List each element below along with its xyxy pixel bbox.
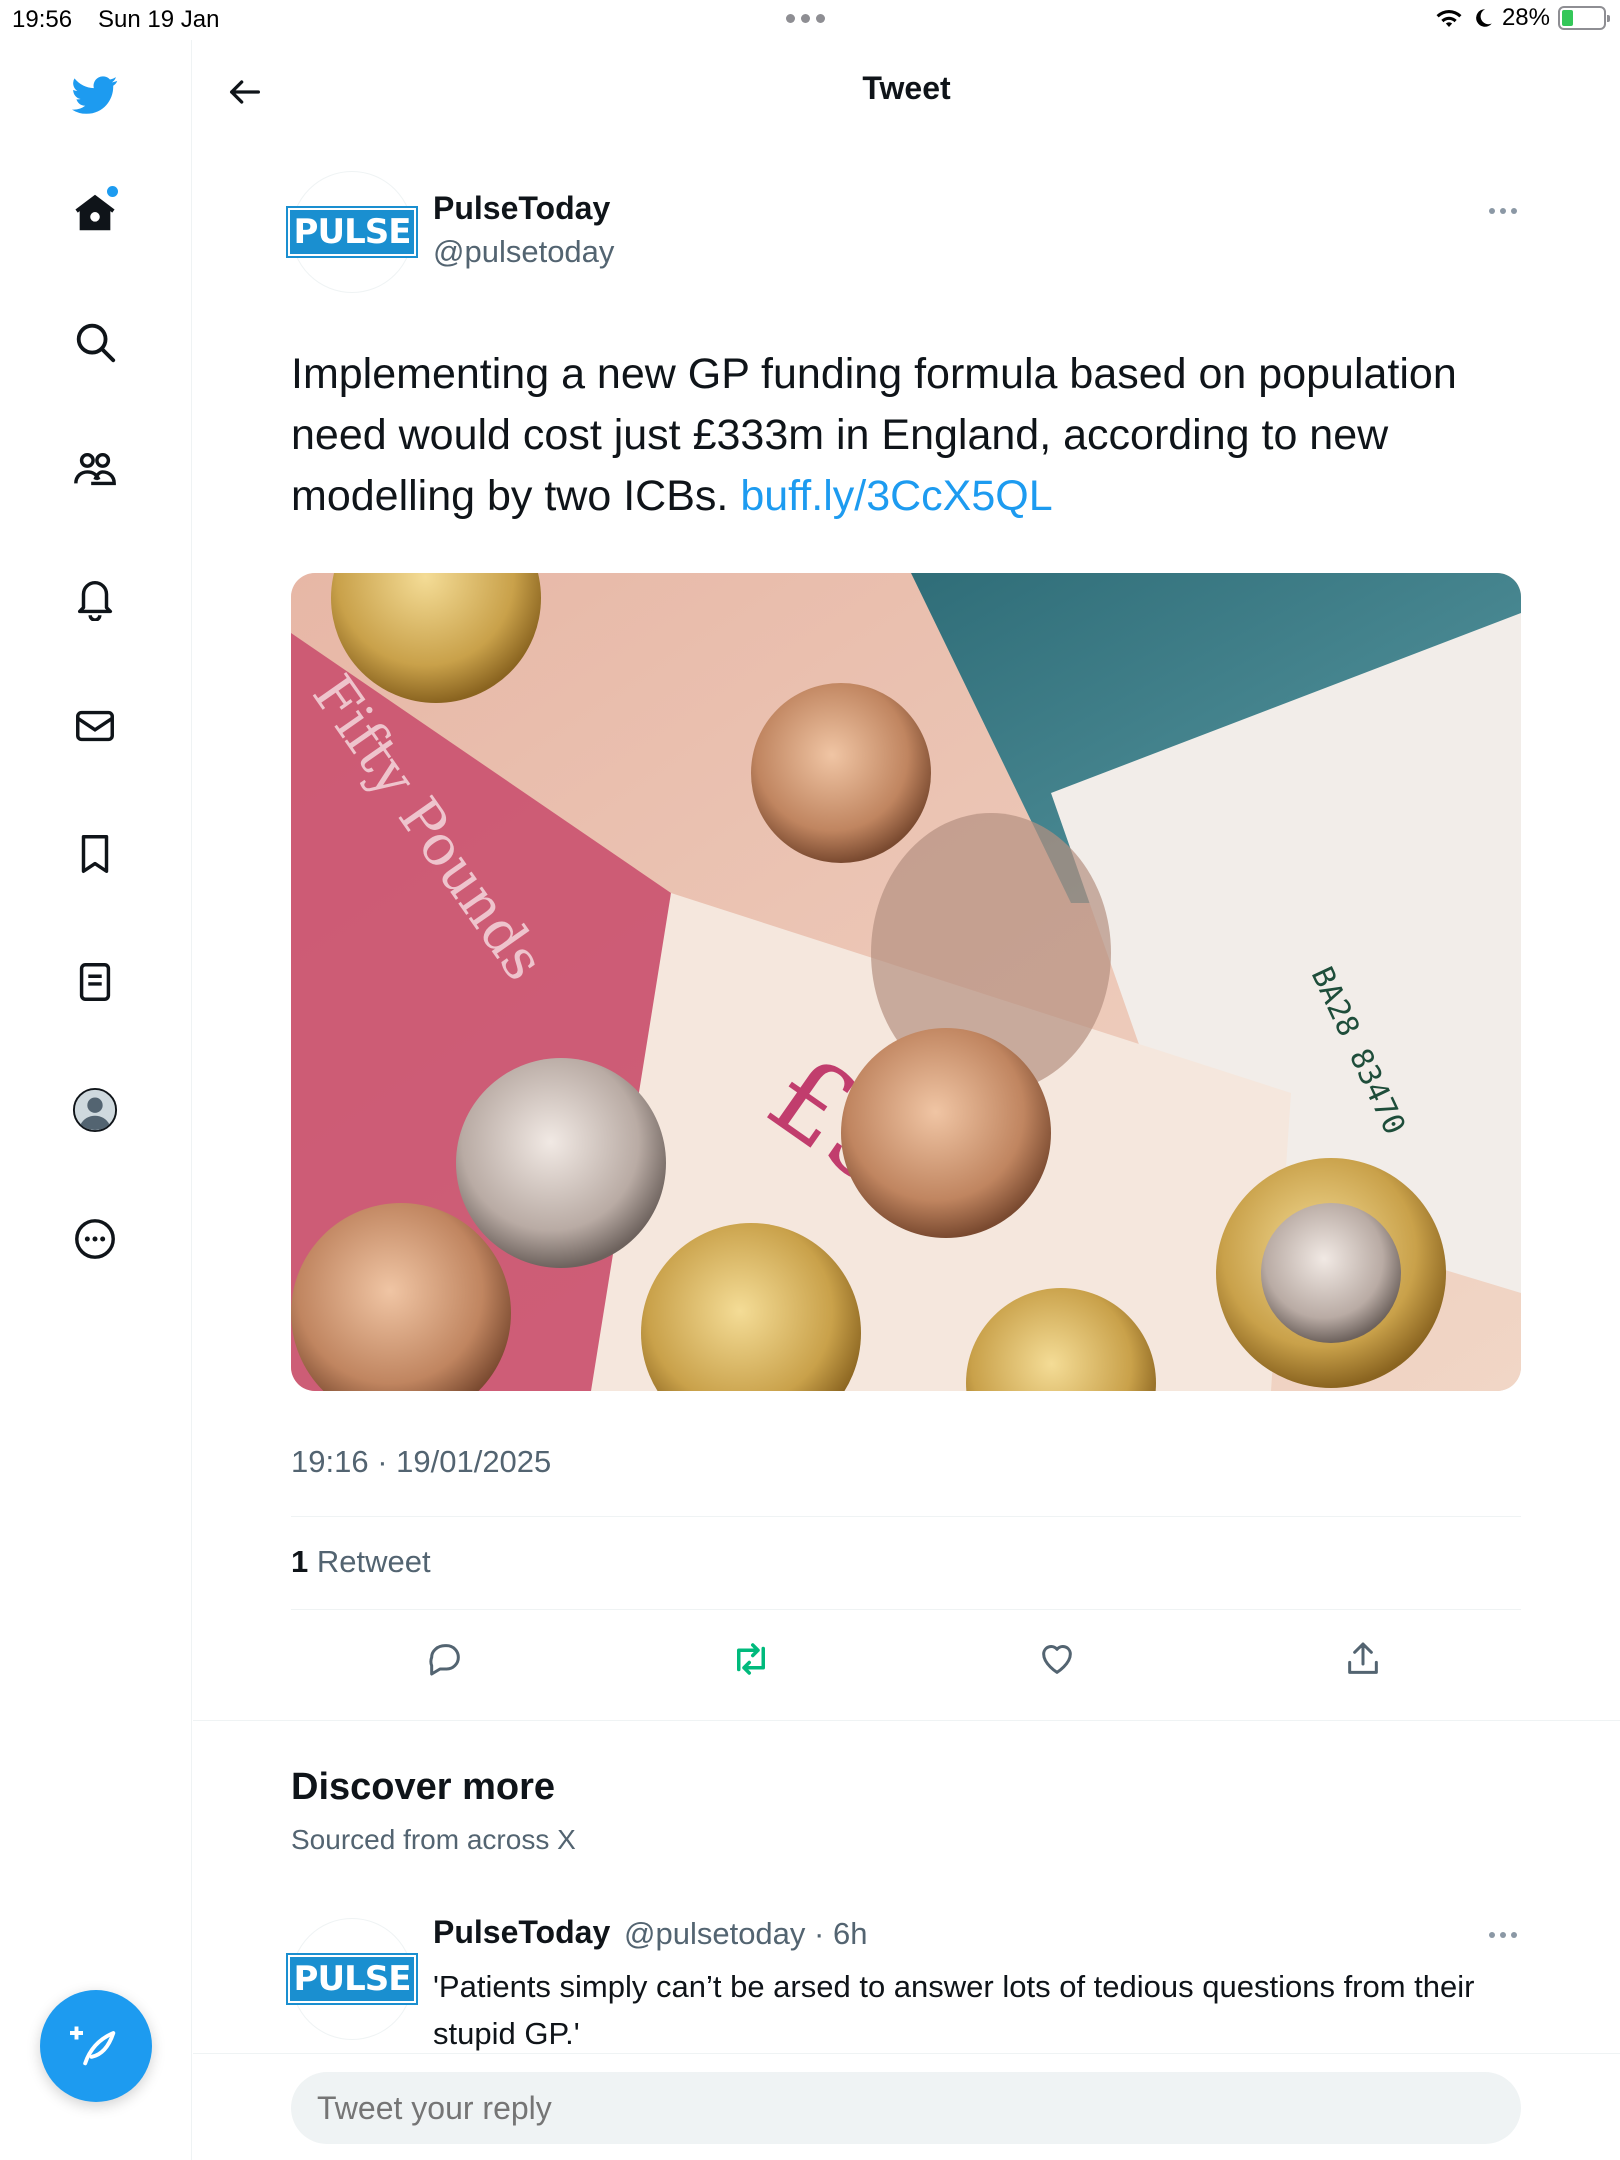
retweet-stats[interactable]: 1 Retweet bbox=[291, 1544, 431, 1580]
author-name[interactable]: PulseToday bbox=[433, 190, 610, 227]
recommended-more-icon[interactable] bbox=[1489, 1932, 1517, 1938]
messages-icon[interactable] bbox=[66, 697, 124, 755]
moon-icon bbox=[1476, 9, 1492, 27]
status-indicators: 28% bbox=[1434, 4, 1610, 32]
heart-icon bbox=[1042, 1645, 1072, 1674]
retweet-label: Retweet bbox=[316, 1544, 431, 1579]
bookmarks-icon[interactable] bbox=[66, 825, 124, 883]
divider bbox=[291, 1516, 1521, 1517]
more-icon[interactable] bbox=[66, 1210, 124, 1268]
twitter-bird-icon[interactable] bbox=[66, 66, 124, 124]
page-header: Tweet bbox=[193, 40, 1620, 140]
tweet-more-icon[interactable] bbox=[1489, 208, 1517, 214]
battery-percent: 28% bbox=[1501, 4, 1550, 31]
share-button[interactable] bbox=[1340, 1636, 1386, 1682]
notification-dot bbox=[107, 186, 118, 197]
compose-icon bbox=[70, 2026, 116, 2066]
pulse-logo: PULSE bbox=[285, 206, 419, 258]
recommended-author-name[interactable]: PulseToday bbox=[433, 1914, 610, 1951]
notifications-icon[interactable] bbox=[66, 569, 124, 627]
battery-icon bbox=[1558, 6, 1610, 30]
home-icon[interactable] bbox=[66, 184, 124, 242]
section-divider bbox=[193, 1720, 1620, 1721]
retweet-count: 1 bbox=[291, 1544, 309, 1579]
lists-icon[interactable] bbox=[66, 953, 124, 1011]
avatar[interactable]: PULSE bbox=[285, 1918, 419, 2040]
wifi-icon bbox=[1436, 9, 1462, 27]
reply-icon bbox=[429, 1644, 460, 1676]
retweet-icon bbox=[737, 1643, 765, 1675]
recommended-meta: @pulsetoday · 6h bbox=[624, 1916, 868, 1951]
communities-icon[interactable] bbox=[66, 441, 124, 499]
reply-button[interactable] bbox=[422, 1636, 468, 1682]
pulse-logo: PULSE bbox=[285, 1953, 419, 2005]
retweet-button[interactable] bbox=[728, 1636, 774, 1682]
tweet-text: Implementing a new GP funding formula ba… bbox=[291, 344, 1531, 527]
tweet-image[interactable]: £50 Fifty Pounds BA28 83470 bbox=[291, 573, 1521, 1391]
recommended-tweet-text[interactable]: 'Patients simply can’t be arsed to answe… bbox=[433, 1963, 1533, 2057]
status-bar: 19:56 Sun 19 Jan 28% bbox=[0, 0, 1620, 40]
tweet-link[interactable]: buff.ly/3CcX5QL bbox=[740, 472, 1052, 520]
discover-title: Discover more bbox=[291, 1766, 556, 1808]
share-icon bbox=[1348, 1642, 1378, 1674]
avatar[interactable]: PULSE bbox=[285, 171, 419, 293]
banknotes-coins-image: £50 Fifty Pounds BA28 83470 bbox=[291, 573, 1521, 1391]
page-title: Tweet bbox=[862, 70, 951, 106]
profile-icon[interactable] bbox=[66, 1081, 124, 1139]
author-handle[interactable]: @pulsetoday bbox=[433, 234, 614, 270]
reply-input[interactable] bbox=[291, 2072, 1521, 2144]
reply-bar bbox=[193, 2053, 1620, 2160]
sidebar-nav bbox=[0, 40, 192, 2160]
search-icon[interactable] bbox=[66, 313, 124, 371]
discover-subtitle: Sourced from across X bbox=[291, 1824, 576, 1855]
status-time: 19:56 bbox=[12, 6, 73, 33]
divider bbox=[291, 1609, 1521, 1610]
multitasking-dots-icon[interactable] bbox=[786, 14, 825, 23]
tweet-timestamp: 19:16 · 19/01/2025 bbox=[291, 1444, 552, 1479]
status-date: Sun 19 Jan bbox=[98, 6, 220, 33]
compose-button[interactable] bbox=[40, 1990, 152, 2102]
like-button[interactable] bbox=[1034, 1636, 1080, 1682]
